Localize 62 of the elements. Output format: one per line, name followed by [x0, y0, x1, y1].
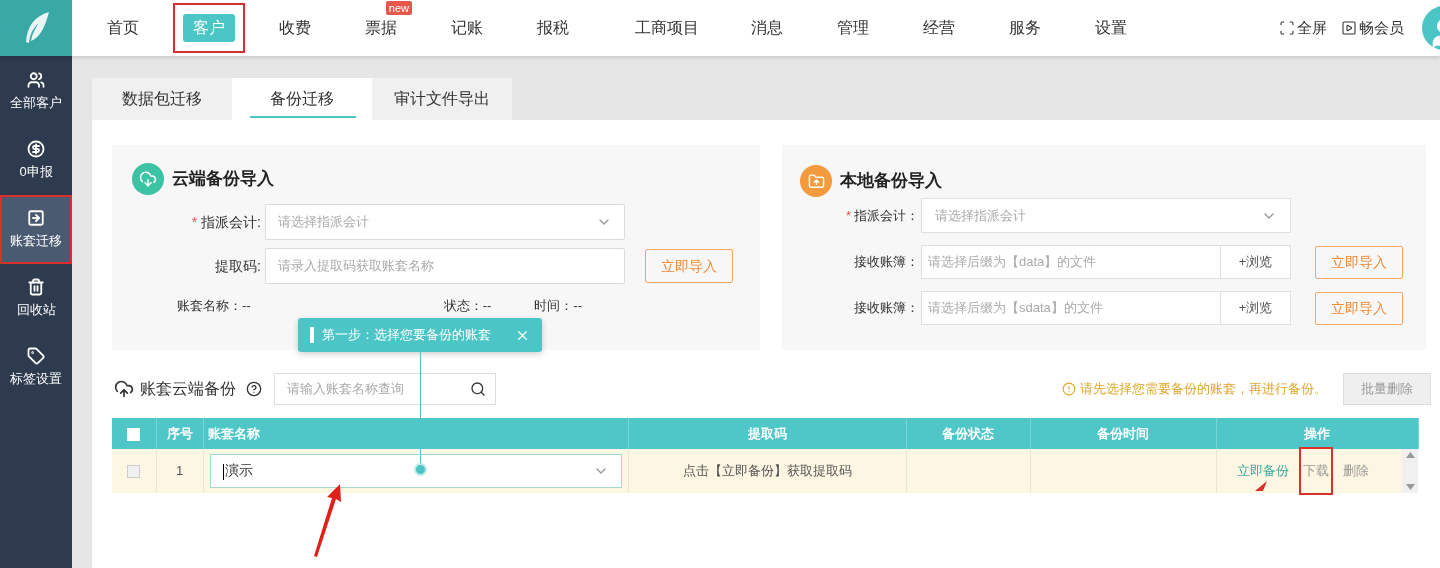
search-icon[interactable]: [470, 381, 486, 397]
field-label: 接收账簿：: [853, 253, 920, 272]
scroll-up-icon[interactable]: [1405, 452, 1415, 458]
fullscreen-icon: [1279, 20, 1295, 36]
notice-text: 请先选择您需要备份的账套，再进行备份。: [1062, 379, 1327, 399]
row-checkbox[interactable]: [127, 465, 141, 479]
coin-icon: [27, 139, 45, 158]
tab[interactable]: 审计文件导出: [372, 78, 512, 120]
tab[interactable]: 备份迁移: [232, 78, 372, 120]
trash-icon: [27, 277, 45, 296]
info-text: 时间：--: [534, 297, 582, 315]
sidebar-item[interactable]: 回收站: [0, 264, 72, 333]
section-title: 本地备份导入: [840, 170, 942, 193]
alert-icon: [1062, 382, 1076, 396]
new-badge: new: [385, 1, 412, 15]
file-field[interactable]: 请选择后缀为【sdata】的文件 +浏览: [921, 291, 1291, 325]
nav-item[interactable]: 管理: [817, 15, 889, 41]
annotation-arrow: [1255, 481, 1267, 491]
sidebar-item[interactable]: 账套迁移: [0, 195, 72, 264]
browse-button[interactable]: +浏览: [1220, 292, 1290, 324]
top-action-link[interactable]: 全屏: [1279, 16, 1327, 40]
info-text: 状态：--: [443, 297, 492, 315]
top-action-link[interactable]: 畅会员: [1341, 16, 1404, 40]
nav-item[interactable]: 消息: [731, 15, 803, 41]
nav-item[interactable]: 收费: [259, 15, 331, 41]
sidebar-item[interactable]: 全部客户: [0, 57, 72, 126]
nav-item[interactable]: 服务: [989, 15, 1061, 41]
field-label: 指派会计：: [854, 206, 919, 225]
nav-item[interactable]: 首页: [87, 15, 159, 41]
nav-item[interactable]: 票据: [345, 15, 417, 41]
folder-upload-icon: [800, 165, 832, 197]
users-icon: [27, 70, 45, 89]
section-title: 账套云端备份: [140, 379, 236, 399]
guide-text: 第一步：选择您要备份的账套: [322, 326, 492, 345]
nav-item[interactable]: 记账: [431, 15, 503, 41]
select-all-checkbox[interactable]: [127, 427, 141, 441]
export-icon: [27, 208, 45, 227]
tab[interactable]: 数据包迁移: [92, 78, 232, 120]
browse-button[interactable]: +浏览: [1220, 246, 1290, 278]
file-field[interactable]: 请选择后缀为【data】的文件 +浏览: [921, 245, 1291, 279]
help-icon: [246, 381, 262, 397]
nav-item[interactable]: 设置: [1075, 15, 1147, 41]
section-title: 云端备份导入: [172, 168, 274, 191]
sidebar-item[interactable]: 0申报: [0, 126, 72, 195]
info-text: 账套名称：--: [177, 297, 251, 315]
nav-item[interactable]: 经营: [903, 15, 975, 41]
field-label: 接收账簿：: [853, 299, 920, 318]
table-cell: 1: [156, 449, 203, 493]
account-select[interactable]: 演示: [209, 453, 622, 488]
nav-item[interactable]: 工商项目: [615, 15, 719, 41]
tag-icon: [27, 346, 45, 365]
nav-item[interactable]: 报税: [517, 15, 589, 41]
field-label: 提取码:: [215, 256, 261, 276]
play-icon: [1341, 20, 1357, 36]
cloud-upload-icon: [114, 379, 134, 399]
sidebar-item[interactable]: 标签设置: [0, 333, 72, 402]
cloud-download-icon: [132, 163, 164, 195]
field-label: 指派会计:: [201, 212, 261, 232]
required-mark: *: [845, 206, 851, 225]
scroll-down-icon[interactable]: [1405, 483, 1415, 490]
table-cell: 点击【立即备份】获取提取码: [628, 449, 906, 493]
required-mark: *: [191, 212, 198, 232]
